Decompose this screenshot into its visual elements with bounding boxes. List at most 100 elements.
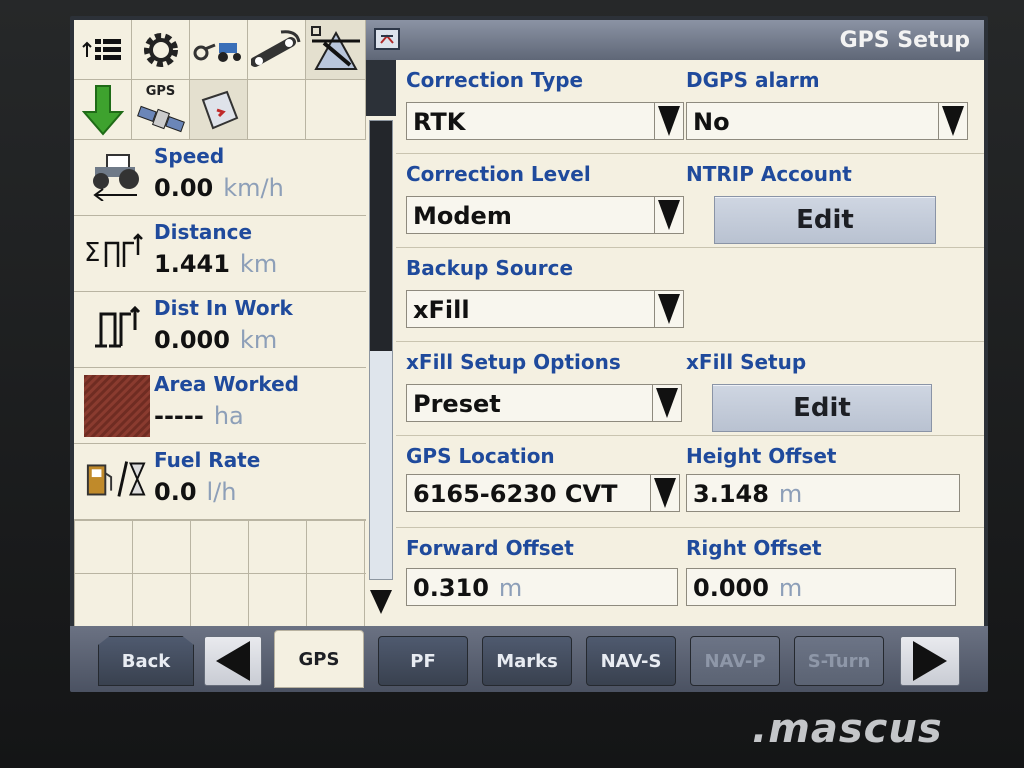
display-screen: GPS Speed 0.00 km/h Σ Distance 1.441 km <box>70 16 988 692</box>
menu-list-icon[interactable] <box>74 20 132 80</box>
forward-offset-unit: m <box>498 574 523 602</box>
xfill-options-value: Preset <box>413 390 501 418</box>
left-panel: GPS Speed 0.00 km/h Σ Distance 1.441 km <box>74 20 366 626</box>
scroll-down-arrow-icon[interactable] <box>369 584 393 620</box>
hitch-link-icon[interactable] <box>248 20 306 80</box>
fuel-rate-label: Fuel Rate <box>154 448 261 472</box>
ntrip-account-label: NTRIP Account <box>686 162 852 186</box>
right-offset-label: Right Offset <box>686 536 822 560</box>
area-swatch-icon <box>84 374 150 438</box>
xfill-edit-button[interactable]: Edit <box>712 384 932 432</box>
backup-source-cell: Backup Source xFill <box>396 248 686 342</box>
manual-book-icon[interactable] <box>190 80 248 140</box>
dgps-alarm-dropdown[interactable]: No <box>686 102 968 140</box>
height-offset-unit: m <box>778 480 803 508</box>
fuel-rate-value: 0.0 <box>154 478 197 506</box>
tab-s-turn: S-Turn <box>794 636 884 686</box>
empty-cell <box>686 248 984 342</box>
tab-marks[interactable]: Marks <box>482 636 572 686</box>
gear-icon[interactable] <box>132 20 190 80</box>
area-worked-value: ----- <box>154 402 204 430</box>
right-offset-value: 0.000 <box>693 574 769 602</box>
backup-source-dropdown[interactable]: xFill <box>406 290 684 328</box>
chevron-down-icon[interactable] <box>652 385 681 421</box>
gps-satellite-icon[interactable]: GPS <box>132 80 190 140</box>
speed-readout[interactable]: Speed 0.00 km/h <box>74 140 366 216</box>
prev-page-arrow-icon[interactable] <box>204 636 262 686</box>
right-offset-unit: m <box>778 574 803 602</box>
back-button[interactable]: Back <box>98 636 194 686</box>
dgps-alarm-cell: DGPS alarm No <box>686 60 984 154</box>
icon-toolbar: GPS <box>74 20 366 140</box>
sum-distance-icon: Σ <box>84 224 146 278</box>
empty-icon-slot <box>248 80 306 140</box>
xfill-options-cell: xFill Setup Options Preset <box>396 342 686 436</box>
backup-source-label: Backup Source <box>406 256 574 280</box>
tractor-implement-icon[interactable] <box>190 20 248 80</box>
gps-location-label: GPS Location <box>406 444 555 468</box>
correction-level-value: Modem <box>413 202 512 230</box>
screen-config-icon[interactable] <box>374 28 400 50</box>
tab-pf[interactable]: PF <box>378 636 468 686</box>
next-page-arrow-icon[interactable] <box>900 636 960 686</box>
correction-level-dropdown[interactable]: Modem <box>406 196 684 234</box>
distance-readout[interactable]: Σ Distance 1.441 km <box>74 216 366 292</box>
download-arrow-icon[interactable] <box>74 80 132 140</box>
correction-type-cell: Correction Type RTK <box>396 60 686 154</box>
xfill-setup-cell: xFill Setup Edit <box>686 342 984 436</box>
gps-icon-label: GPS <box>145 84 176 99</box>
dist-in-work-value: 0.000 <box>154 326 230 354</box>
area-worked-unit: ha <box>213 402 244 430</box>
speed-label: Speed <box>154 144 225 168</box>
xfill-options-label: xFill Setup Options <box>406 350 621 374</box>
speed-unit: km/h <box>223 174 284 202</box>
chevron-down-icon[interactable] <box>650 475 679 511</box>
speed-value: 0.00 <box>154 174 214 202</box>
correction-type-value: RTK <box>413 108 466 136</box>
forward-offset-label: Forward Offset <box>406 536 574 560</box>
dist-in-work-unit: km <box>239 326 278 354</box>
distance-unit: km <box>239 250 278 278</box>
chevron-down-icon[interactable] <box>654 103 683 139</box>
locked-hitch-icon[interactable] <box>306 20 366 80</box>
ntrip-edit-button[interactable]: Edit <box>714 196 936 244</box>
right-offset-field[interactable]: 0.000 m <box>686 568 956 606</box>
tractor-speed-icon <box>84 148 146 202</box>
xfill-setup-label: xFill Setup <box>686 350 807 374</box>
page-title: GPS Setup <box>839 28 970 53</box>
tab-nav-s[interactable]: NAV-S <box>586 636 676 686</box>
chevron-down-icon[interactable] <box>654 197 683 233</box>
chevron-down-icon[interactable] <box>654 291 683 327</box>
fuel-hourglass-icon <box>84 452 146 506</box>
gps-location-value: 6165-6230 CVT <box>413 480 618 508</box>
dist-in-work-readout[interactable]: Dist In Work 0.000 km <box>74 292 366 368</box>
gps-location-dropdown[interactable]: 6165-6230 CVT <box>406 474 680 512</box>
fuel-rate-unit: l/h <box>206 478 237 506</box>
gps-location-cell: GPS Location 6165-6230 CVT <box>396 436 686 528</box>
dgps-alarm-value: No <box>693 108 730 136</box>
page-header: GPS Setup <box>366 20 984 60</box>
forward-offset-value: 0.310 <box>413 574 489 602</box>
correction-type-label: Correction Type <box>406 68 584 92</box>
tab-gps[interactable]: GPS <box>274 630 364 688</box>
fuel-rate-readout[interactable]: Fuel Rate 0.0 l/h <box>74 444 366 520</box>
dist-in-work-label: Dist In Work <box>154 296 293 320</box>
area-worked-label: Area Worked <box>154 372 299 396</box>
forward-offset-field[interactable]: 0.310 m <box>406 568 678 606</box>
forward-offset-cell: Forward Offset 0.310 m <box>396 528 686 626</box>
right-offset-cell: Right Offset 0.000 m <box>686 528 984 626</box>
area-worked-readout[interactable]: Area Worked ----- ha <box>74 368 366 444</box>
tab-nav-p: NAV-P <box>690 636 780 686</box>
correction-type-dropdown[interactable]: RTK <box>406 102 684 140</box>
chevron-down-icon[interactable] <box>938 103 967 139</box>
distance-label: Distance <box>154 220 253 244</box>
bottom-nav-bar: Back GPS PF Marks NAV-S NAV-P S-Turn <box>70 626 988 692</box>
empty-readout-grid <box>74 520 366 626</box>
height-offset-field[interactable]: 3.148 m <box>686 474 960 512</box>
scroll-thumb[interactable] <box>370 121 392 351</box>
height-offset-value: 3.148 <box>693 480 769 508</box>
scroll-track[interactable] <box>369 120 393 580</box>
empty-icon-slot <box>306 80 366 140</box>
xfill-options-dropdown[interactable]: Preset <box>406 384 682 422</box>
scrollbar[interactable] <box>366 116 396 626</box>
